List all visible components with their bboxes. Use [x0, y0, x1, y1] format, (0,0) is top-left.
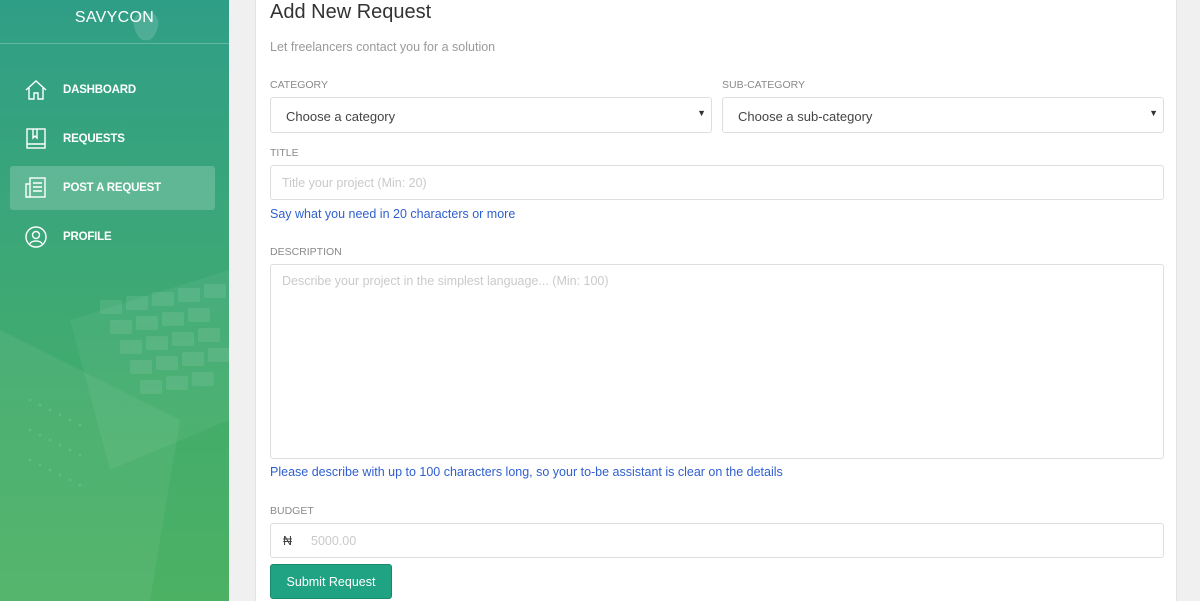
submit-request-button[interactable]: Submit Request: [270, 564, 392, 599]
subcategory-label: SUB-CATEGORY: [722, 79, 806, 91]
description-label: DESCRIPTION: [270, 246, 342, 258]
title-label: TITLE: [270, 147, 299, 159]
sidebar-item-label: POST A REQUEST: [63, 182, 161, 194]
sidebar-item-dashboard[interactable]: DASHBOARD: [10, 68, 215, 112]
currency-symbol: ₦: [283, 534, 293, 548]
sidebar-item-requests[interactable]: REQUESTS: [10, 117, 215, 161]
page-title: Add New Request: [270, 1, 432, 23]
sidebar-item-post-a-request[interactable]: POST A REQUEST: [10, 166, 215, 210]
sidebar-item-label: PROFILE: [63, 231, 112, 243]
budget-input[interactable]: [311, 525, 1151, 556]
description-hint: Please describe with up to 100 character…: [270, 465, 783, 479]
caret-down-icon: ▼: [1149, 108, 1158, 118]
category-select[interactable]: Choose a category ▼: [270, 97, 712, 133]
subcategory-select-value: Choose a sub-category: [738, 109, 873, 124]
title-input[interactable]: [270, 165, 1164, 200]
sidebar-item-label: REQUESTS: [63, 133, 125, 145]
user-icon: [25, 226, 47, 248]
page-subtitle: Let freelancers contact you for a soluti…: [270, 40, 496, 54]
description-textarea[interactable]: [270, 264, 1164, 459]
brand-header: SAVYCON: [0, 0, 229, 44]
subcategory-select[interactable]: Choose a sub-category ▼: [722, 97, 1164, 133]
form-icon: [25, 177, 46, 198]
category-select-value: Choose a category: [286, 109, 396, 124]
sidebar: SAVYCON DASHBOARD REQUESTS POST A REQUES…: [0, 0, 229, 601]
caret-down-icon: ▼: [697, 108, 706, 118]
budget-field: ₦: [270, 523, 1164, 558]
sidebar-item-label: DASHBOARD: [63, 84, 136, 96]
category-label: CATEGORY: [270, 79, 328, 91]
brand-name[interactable]: SAVYCON: [0, 9, 229, 27]
request-form-panel: Add New Request Let freelancers contact …: [255, 0, 1177, 601]
sidebar-item-profile[interactable]: PROFILE: [10, 215, 215, 259]
book-icon: [26, 128, 46, 149]
budget-label: BUDGET: [270, 505, 314, 517]
house-icon: [25, 80, 47, 100]
title-hint: Say what you need in 20 characters or mo…: [270, 207, 516, 221]
